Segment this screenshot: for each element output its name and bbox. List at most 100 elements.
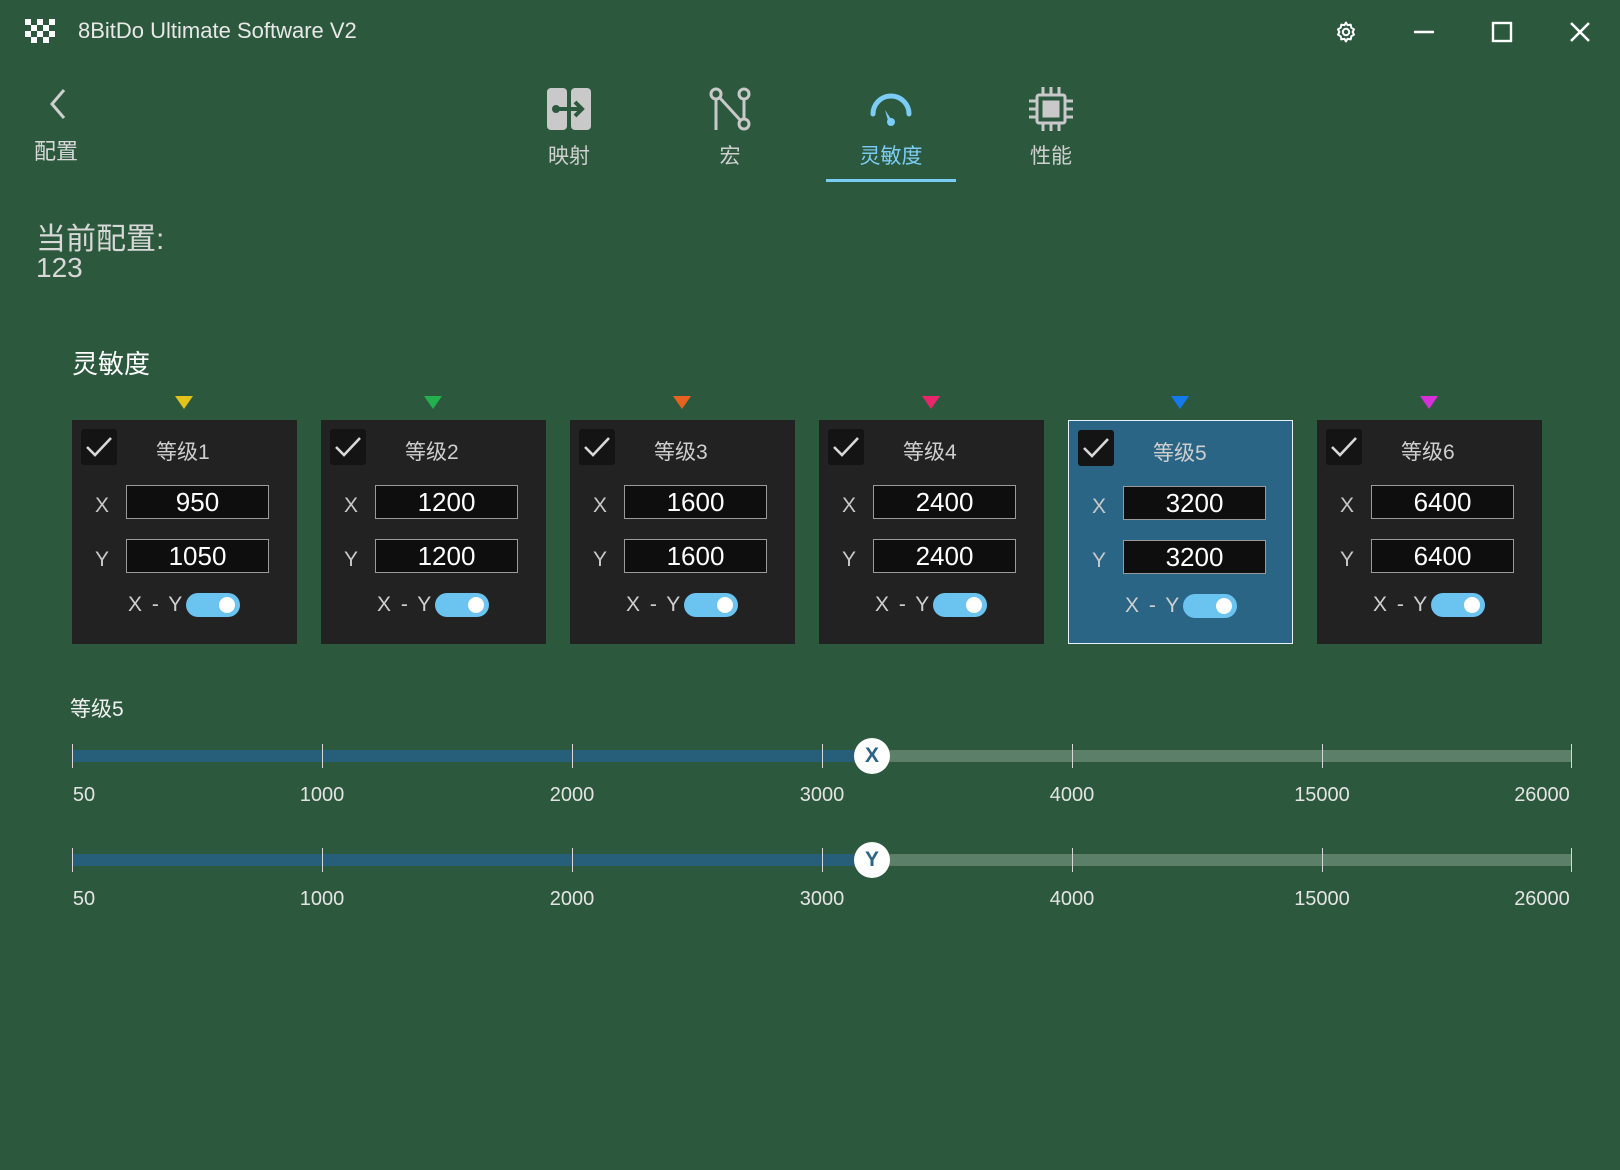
slider-tick-label: 26000 <box>1514 888 1570 910</box>
x-value-field[interactable]: 1200 <box>375 485 518 519</box>
x-axis-label: X <box>593 494 608 517</box>
macro-icon <box>709 87 751 131</box>
slider-tick <box>1322 744 1323 768</box>
slider-tick <box>1072 744 1073 768</box>
xy-link-toggle[interactable] <box>1431 593 1485 617</box>
sensitivity-gauge-icon <box>870 93 912 126</box>
back-button[interactable]: 配置 <box>34 86 104 166</box>
toggle-knob <box>717 597 733 613</box>
level-title: 等级1 <box>156 441 210 464</box>
x-axis-label: X <box>1340 494 1355 517</box>
y-value-field[interactable]: 2400 <box>873 539 1016 573</box>
slider-tick <box>322 744 323 768</box>
title-bar: 8BitDo Ultimate Software V2 <box>0 0 1620 64</box>
checkmark-icon <box>584 437 610 457</box>
slider-tick <box>572 744 573 768</box>
slider-tick-label: 50 <box>72 784 96 806</box>
x-axis-label: X <box>95 494 110 517</box>
y-axis-label: Y <box>1340 548 1355 571</box>
slider-thumb-x[interactable]: X <box>854 738 890 774</box>
xy-link-label: X - Y <box>626 593 683 616</box>
slider-tick <box>822 848 823 872</box>
slider-tick <box>1571 744 1572 768</box>
tab-macro[interactable]: 宏 <box>665 84 795 184</box>
slider-thumb-y[interactable]: Y <box>854 842 890 878</box>
slider-tick-label: 2000 <box>549 888 595 910</box>
y-value-field[interactable]: 1050 <box>126 539 269 573</box>
slider-tick-label: 15000 <box>1294 784 1350 806</box>
level-card-3[interactable]: 等级3 X 1600 Y 1600 X - Y <box>570 420 795 644</box>
level-checkbox[interactable] <box>81 429 117 465</box>
selected-level-label: 等级5 <box>70 698 124 721</box>
slider-tick-label: 2000 <box>549 784 595 806</box>
y-value-field[interactable]: 1200 <box>375 539 518 573</box>
slider-fill <box>72 750 872 762</box>
tab-sensitivity[interactable]: 灵敏度 <box>826 84 956 184</box>
y-value-field[interactable]: 1600 <box>624 539 767 573</box>
level-checkbox[interactable] <box>579 429 615 465</box>
slider-tick-label: 50 <box>72 888 96 910</box>
x-value-field[interactable]: 3200 <box>1123 486 1266 520</box>
slider-tick-label: 1000 <box>299 888 345 910</box>
close-button[interactable] <box>1562 14 1598 50</box>
y-sensitivity-slider[interactable]: 50 1000 2000 3000 4000 15000 26000 Y <box>72 830 1572 910</box>
level-title: 等级5 <box>1153 442 1207 465</box>
level-checkbox[interactable] <box>330 429 366 465</box>
8bitdo-logo-icon <box>25 19 55 43</box>
xy-link-label: X - Y <box>377 593 434 616</box>
level-checkbox[interactable] <box>1326 429 1362 465</box>
y-axis-label: Y <box>344 548 359 571</box>
maximize-button[interactable] <box>1484 14 1520 50</box>
level-card-4[interactable]: 等级4 X 2400 Y 2400 X - Y <box>819 420 1044 644</box>
slider-tick <box>1571 848 1572 872</box>
settings-button[interactable] <box>1328 14 1364 50</box>
xy-link-toggle[interactable] <box>684 593 738 617</box>
checkmark-icon <box>1331 437 1357 457</box>
tab-label: 性能 <box>1030 145 1072 168</box>
x-value-field[interactable]: 2400 <box>873 485 1016 519</box>
section-title: 灵敏度 <box>72 349 151 379</box>
tab-performance[interactable]: 性能 <box>986 84 1116 184</box>
gear-icon <box>1337 21 1355 43</box>
level-card-1[interactable]: 等级1 X 950 Y 1050 X - Y <box>72 420 297 644</box>
xy-link-toggle[interactable] <box>435 593 489 617</box>
level-title: 等级2 <box>405 441 459 464</box>
slider-tick-label: 15000 <box>1294 888 1350 910</box>
minimize-button[interactable] <box>1406 14 1442 50</box>
x-value-field[interactable]: 6400 <box>1371 485 1514 519</box>
checkmark-icon <box>86 437 112 457</box>
level-checkbox[interactable] <box>828 429 864 465</box>
level-card-2[interactable]: 等级2 X 1200 Y 1200 X - Y <box>321 420 546 644</box>
x-value-field[interactable]: 950 <box>126 485 269 519</box>
chevron-left-icon <box>50 89 66 119</box>
y-value-field[interactable]: 3200 <box>1123 540 1266 574</box>
slider-tick <box>1072 848 1073 872</box>
xy-link-toggle[interactable] <box>186 593 240 617</box>
y-value-field[interactable]: 6400 <box>1371 539 1514 573</box>
x-value-field[interactable]: 1600 <box>624 485 767 519</box>
toggle-knob <box>468 597 484 613</box>
level-card-5[interactable]: 等级5 X 3200 Y 3200 X - Y <box>1068 420 1293 644</box>
xy-link-label: X - Y <box>1373 593 1430 616</box>
current-config-value: 123 <box>36 252 83 283</box>
xy-link-label: X - Y <box>1125 594 1182 617</box>
toggle-knob <box>219 597 235 613</box>
level-color-marker <box>922 396 940 409</box>
level-color-marker <box>424 396 442 409</box>
toggle-knob <box>966 597 982 613</box>
slider-tick <box>1322 848 1323 872</box>
slider-tick-label: 26000 <box>1514 784 1570 806</box>
level-card-6[interactable]: 等级6 X 6400 Y 6400 X - Y <box>1317 420 1542 644</box>
app-title: 8BitDo Ultimate Software V2 <box>78 18 357 43</box>
y-axis-label: Y <box>95 548 110 571</box>
active-tab-indicator <box>826 179 956 182</box>
slider-tick <box>72 744 73 768</box>
toggle-knob <box>1464 597 1480 613</box>
level-checkbox[interactable] <box>1078 430 1114 466</box>
x-sensitivity-slider[interactable]: 50 1000 2000 3000 4000 15000 26000 X <box>72 726 1572 806</box>
xy-link-toggle[interactable] <box>1183 594 1237 618</box>
tab-mapping[interactable]: 映射 <box>504 84 634 184</box>
level-color-marker <box>673 396 691 409</box>
xy-link-toggle[interactable] <box>933 593 987 617</box>
slider-tick-label: 4000 <box>1049 888 1095 910</box>
